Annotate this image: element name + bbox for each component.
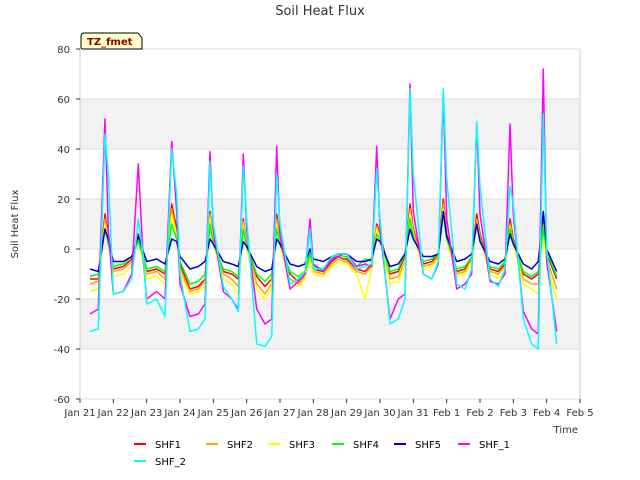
chart-canvas: Soil Heat Flux -60 -40 -20 0 20 40 60 80 Jan 21… — [10, 4, 594, 468]
tz-badge-label: TZ_fmet — [87, 37, 133, 48]
plot-band — [80, 99, 580, 149]
x-tick-label: Jan 29 — [330, 408, 362, 419]
x-tick-label: Jan 28 — [297, 408, 329, 419]
x-tick-label: Jan 30 — [363, 408, 395, 419]
legend-label: SHF2 — [227, 440, 253, 451]
plot-background — [79, 48, 581, 400]
x-tick-label: Feb 3 — [500, 408, 527, 419]
chart-title: Soil Heat Flux — [275, 4, 365, 19]
x-tick-label: Jan 26 — [230, 408, 262, 419]
legend-label: SHF3 — [289, 440, 315, 451]
x-tick-label: Feb 5 — [566, 408, 593, 419]
legend: SHF1 SHF2 SHF3 SHF4 SHF5 SHF_1 SHF_2 — [134, 440, 510, 468]
y-tick-label: 20 — [57, 195, 70, 206]
y-axis-ticks: -60 -40 -20 0 20 40 60 80 — [54, 45, 80, 406]
x-tick-label: Jan 23 — [130, 408, 162, 419]
legend-label: SHF1 — [155, 440, 181, 451]
legend-label: SHF4 — [353, 440, 379, 451]
x-tick-label: Feb 2 — [466, 408, 493, 419]
y-tick-label: 60 — [57, 95, 70, 106]
y-tick-label: 80 — [57, 45, 70, 56]
x-tick-label: Feb 1 — [433, 408, 460, 419]
legend-label: SHF_1 — [479, 440, 510, 451]
x-tick-label: Jan 21 — [63, 408, 95, 419]
legend-label: SHF5 — [415, 440, 441, 451]
y-tick-label: -20 — [54, 295, 70, 306]
x-tick-label: Jan 25 — [197, 408, 229, 419]
x-tick-label: Jan 22 — [97, 408, 129, 419]
x-tick-label: Jan 24 — [163, 408, 195, 419]
plot-band — [80, 299, 580, 349]
x-axis-ticks: Jan 21 Jan 22 Jan 23 Jan 24 Jan 25 Jan 26 Jan … — [63, 399, 594, 419]
y-tick-label: 40 — [57, 145, 70, 156]
tz-badge: TZ_fmet — [80, 32, 143, 50]
y-axis-label: Soil Heat Flux — [10, 189, 21, 258]
plot-band — [80, 199, 580, 249]
x-axis-label: Time — [553, 425, 578, 436]
x-tick-label: Feb 4 — [533, 408, 560, 419]
legend-label: SHF_2 — [155, 457, 186, 468]
x-tick-label: Jan 27 — [263, 408, 295, 419]
y-tick-label: -40 — [54, 345, 70, 356]
y-tick-label: 0 — [64, 245, 70, 256]
y-tick-label: -60 — [54, 395, 70, 406]
x-tick-label: Jan 31 — [397, 408, 429, 419]
